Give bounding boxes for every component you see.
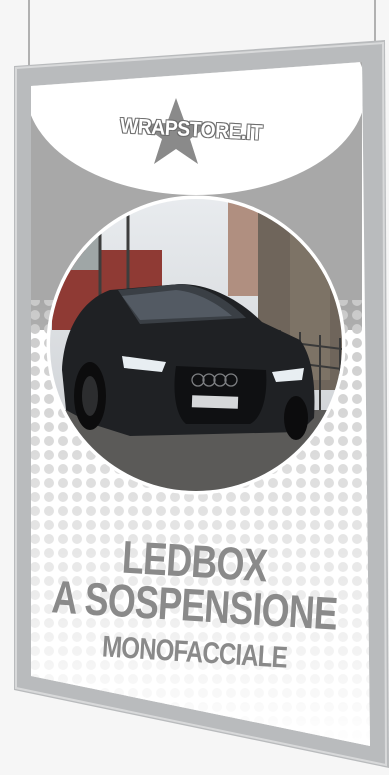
ledbox-product-visual: WRAPSTORE.IT LEDBOX A SOSPENSIONE MONOFA… <box>0 0 389 775</box>
